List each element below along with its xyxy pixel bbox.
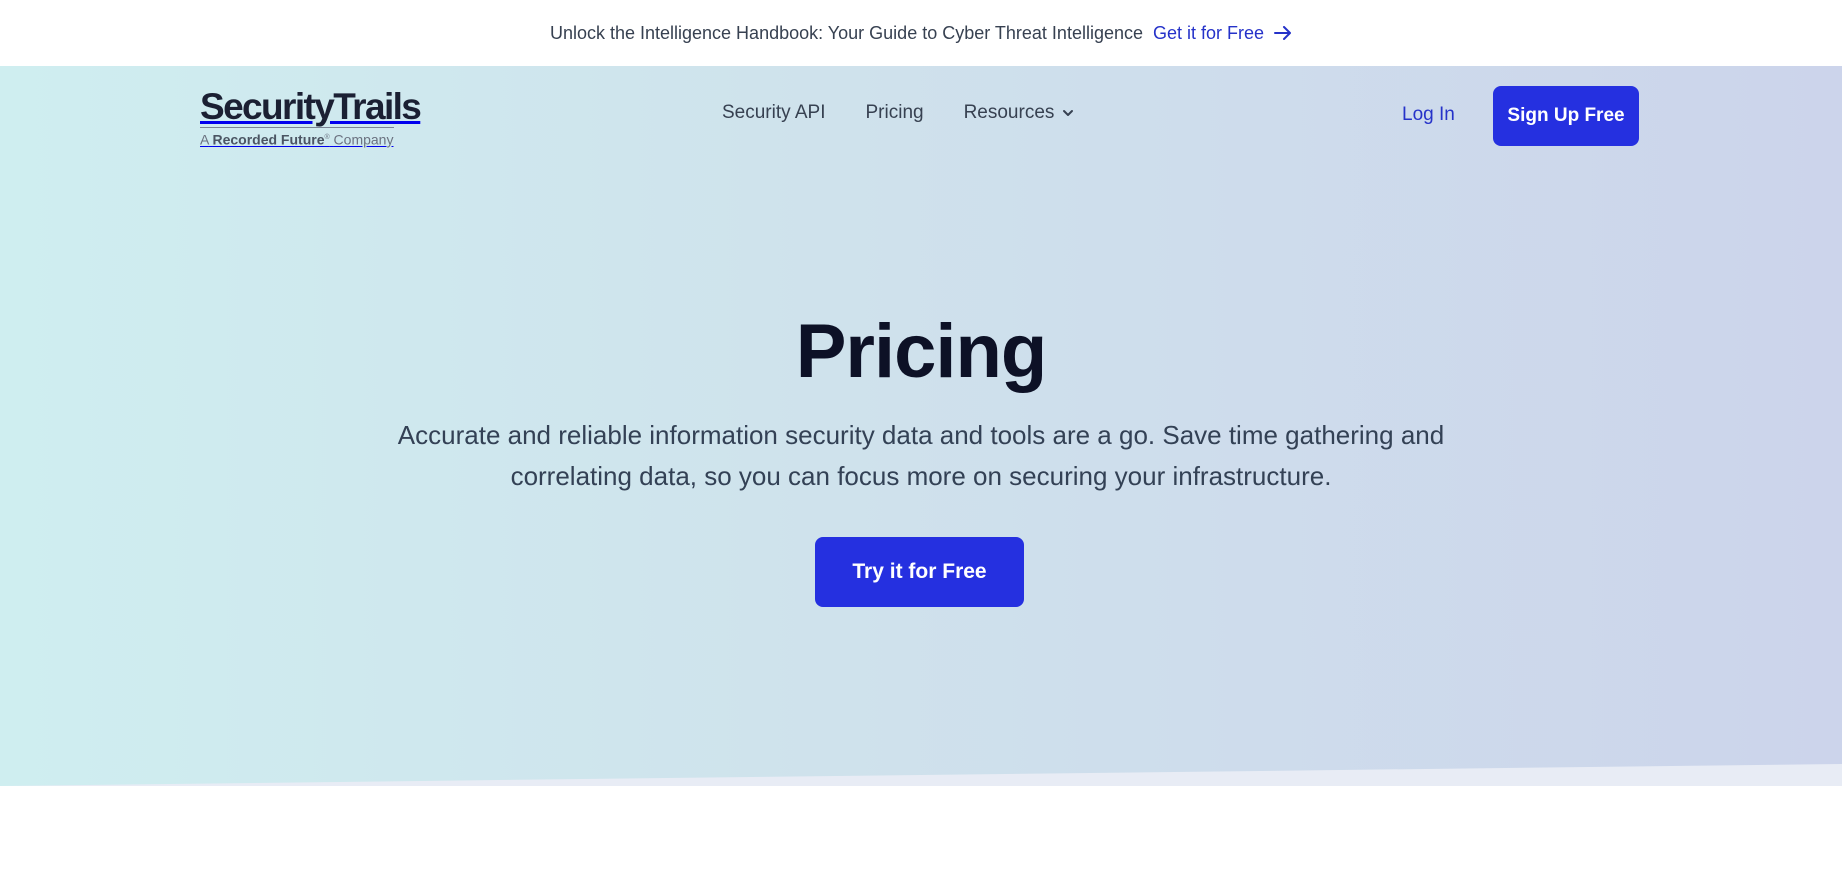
logo-tagline-brand: Recorded Future xyxy=(212,131,325,148)
nav-item-security-api[interactable]: Security API xyxy=(722,102,826,124)
try-free-button[interactable]: Try it for Free xyxy=(815,537,1024,607)
nav-menu: Security API Pricing Resources xyxy=(722,102,1114,124)
logo-brand: SecurityTrails xyxy=(200,86,422,127)
page-title: Pricing xyxy=(795,309,1048,394)
announcement-bar: Unlock the Intelligence Handbook: Your G… xyxy=(0,0,1842,66)
nav-item-resources[interactable]: Resources xyxy=(964,102,1075,124)
nav-item-label: Pricing xyxy=(865,102,924,123)
hero-bottom-wedge xyxy=(0,764,1842,786)
announcement-link-label: Get it for Free xyxy=(1153,22,1265,43)
login-link[interactable]: Log In xyxy=(1402,104,1455,126)
nav-item-label: Security API xyxy=(722,102,826,123)
logo-tagline-prefix: A xyxy=(200,131,209,148)
hero-subtitle: Accurate and reliable information securi… xyxy=(397,420,1445,491)
nav-item-label: Resources xyxy=(963,102,1055,123)
logo[interactable]: SecurityTrails A Recorded Future® Compan… xyxy=(200,86,422,148)
logo-divider xyxy=(200,127,394,128)
arrow-right-icon xyxy=(1274,26,1292,40)
logo-tagline: A Recorded Future® Company xyxy=(200,131,394,148)
announcement-link[interactable]: Get it for Free xyxy=(1153,23,1292,44)
main-nav: SecurityTrails A Recorded Future® Compan… xyxy=(0,66,1842,166)
nav-item-pricing[interactable]: Pricing xyxy=(866,102,924,124)
chevron-down-icon xyxy=(1063,110,1074,116)
hero-section: SecurityTrails A Recorded Future® Compan… xyxy=(0,66,1842,786)
signup-button[interactable]: Sign Up Free xyxy=(1493,86,1639,146)
logo-tagline-suffix: Company xyxy=(333,131,394,148)
announcement-text: Unlock the Intelligence Handbook: Your G… xyxy=(549,22,1143,43)
